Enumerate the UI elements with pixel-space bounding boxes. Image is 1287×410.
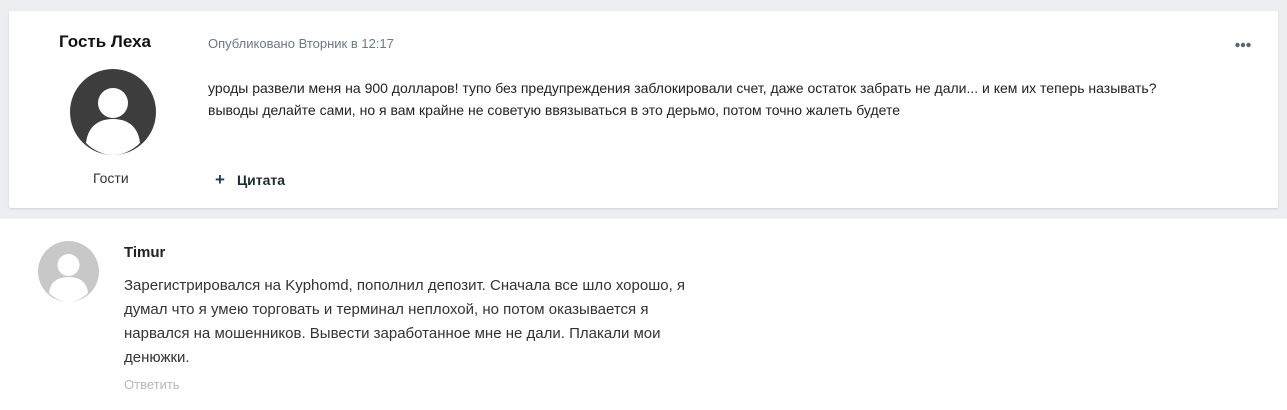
reply-link[interactable]: Ответить [124,377,180,392]
forum-post-area: Гость Леха Гости Опубликовано Вторник в … [0,0,1287,219]
comment-text-line: денюжки. [124,349,190,366]
post-body-line: выводы делайте сами, но я вам крайне не … [208,102,900,118]
author-group-label: Гости [93,170,129,186]
quote-button-label: Цитата [236,172,286,188]
post-body: уроды развели меня на 900 долларов! тупо… [208,77,1248,121]
quote-button[interactable]: + Цитата [215,170,285,190]
comment-author-name: Timur [124,244,166,261]
comment-text-line: Зарегистрировался на Kyphomd, пополнил д… [124,277,686,294]
comment-text-line: думал что я умею торговать и терминал не… [124,301,649,318]
ellipsis-icon[interactable] [1235,42,1251,48]
post-body-line: уроды развели меня на 900 долларов! тупо… [208,80,1157,96]
plus-icon: + [215,170,225,189]
comment-text: Зарегистрировался на Kyphomd, пополнил д… [124,274,784,370]
post-timestamp[interactable]: Опубликовано Вторник в 12:17 [208,36,394,51]
post-author-name[interactable]: Гость Леха [59,32,151,52]
author-avatar[interactable] [70,69,156,155]
comment-avatar [38,241,99,302]
post-card: Гость Леха Гости Опубликовано Вторник в … [9,11,1278,208]
comment-text-line: нарвался на мошенников. Вывести заработа… [124,325,661,342]
